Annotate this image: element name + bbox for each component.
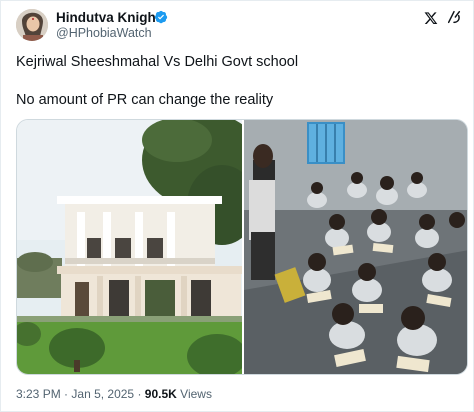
tweet-meta: 3:23 PM · Jan 5, 2025 · 90.5K Views [16, 387, 212, 401]
avatar[interactable] [16, 9, 48, 41]
x-logo-icon[interactable] [424, 11, 438, 25]
classroom-photo[interactable] [244, 120, 468, 375]
author-block: Hindutva Knight @HPhobiaWatch [56, 9, 396, 41]
media-photos [17, 120, 468, 375]
grok-icon[interactable] [446, 9, 462, 25]
tweet-text-line-2: No amount of PR can change the reality [16, 92, 274, 108]
author-handle[interactable]: @HPhobiaWatch [56, 26, 152, 40]
views-label: Views [180, 387, 212, 401]
bungalow-photo[interactable] [17, 120, 262, 375]
tweet-text-line-1: Kejriwal Sheeshmahal Vs Delhi Govt schoo… [16, 54, 299, 70]
tweet-card: Hindutva Knight @HPhobiaWatch Kejriwal S… [0, 0, 474, 412]
views-count[interactable]: 90.5K [145, 387, 177, 401]
tweet-header: Hindutva Knight @HPhobiaWatch [16, 9, 462, 43]
tweet-time[interactable]: 3:23 PM [16, 387, 61, 401]
media-grid[interactable] [16, 119, 468, 375]
display-name[interactable]: Hindutva Knight [56, 10, 160, 25]
verified-badge-icon [154, 10, 168, 24]
meta-separator-2: · [137, 387, 142, 401]
tweet-date[interactable]: Jan 5, 2025 [71, 387, 134, 401]
meta-separator: · [64, 387, 69, 401]
avatar-image [16, 9, 48, 41]
